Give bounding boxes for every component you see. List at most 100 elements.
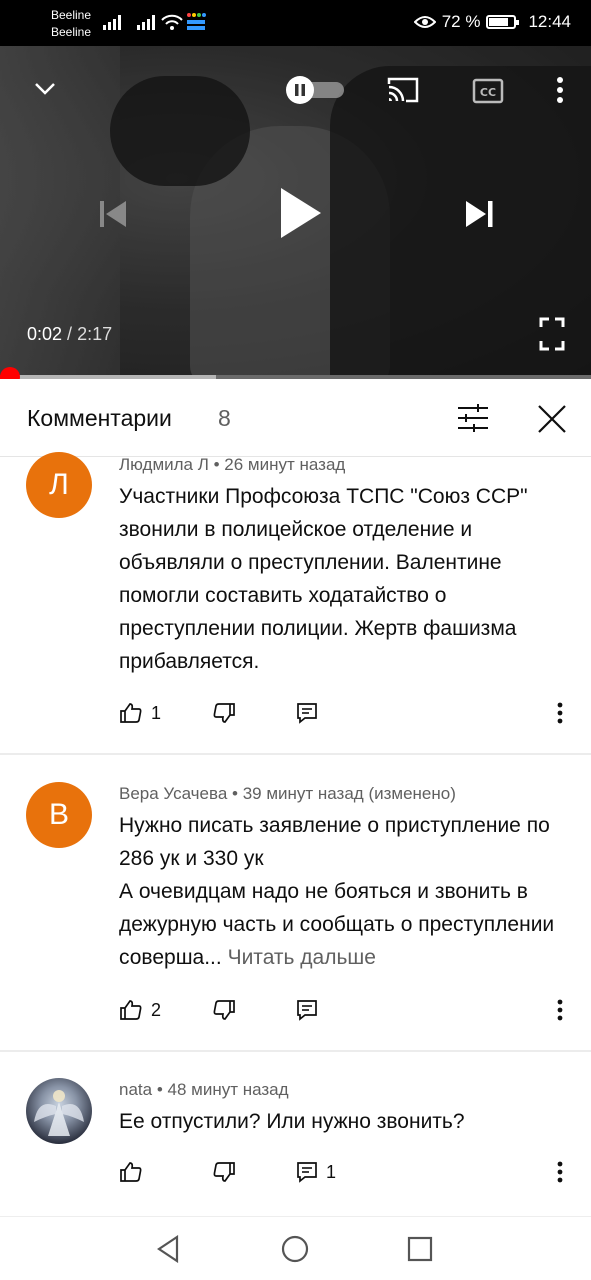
- avatar-photo[interactable]: [26, 1078, 92, 1144]
- recents-button[interactable]: [402, 1231, 438, 1267]
- like-button[interactable]: 1: [119, 702, 161, 724]
- time-display: 0:02 / 2:17: [27, 324, 112, 345]
- comment-text: Нужно писать заявление о приступление по…: [119, 809, 569, 974]
- dislike-button[interactable]: [212, 999, 236, 1021]
- reply-icon: [297, 1000, 317, 1021]
- comment-item: Л Людмила Л • 26 минут назад Участники П…: [0, 452, 591, 752]
- avatar-letter: В: [48, 798, 69, 831]
- more-vert-icon: [557, 1161, 563, 1183]
- battery-icon: [486, 15, 520, 29]
- comment-menu-button[interactable]: [557, 702, 563, 724]
- carrier-1: Beeline: [51, 8, 92, 22]
- back-triangle-icon: [157, 1235, 179, 1263]
- home-button[interactable]: [277, 1231, 313, 1267]
- play-button[interactable]: [270, 181, 330, 245]
- pause-toggle-icon: [286, 76, 344, 104]
- fullscreen-button[interactable]: [534, 314, 570, 354]
- comment-time: 39 минут назад (изменено): [242, 784, 456, 803]
- comment-time: 26 минут назад: [224, 455, 346, 474]
- signal-1-icon: [103, 14, 121, 30]
- carriers: Beeline Beeline: [51, 7, 91, 41]
- cast-icon: [387, 77, 419, 103]
- app-notification-icon: [187, 13, 206, 30]
- angel-figure-icon: [34, 1090, 84, 1136]
- home-circle-icon: [281, 1235, 309, 1263]
- comment-text: Ее отпустили? Или нужно звонить?: [119, 1110, 465, 1133]
- autoplay-toggle[interactable]: [286, 76, 346, 104]
- close-comments-button[interactable]: [532, 399, 572, 439]
- wifi-icon: [161, 14, 183, 30]
- comment-meta: nata • 48 минут назад: [119, 1080, 289, 1099]
- previous-button[interactable]: [92, 194, 132, 234]
- avatar[interactable]: В: [26, 782, 92, 848]
- dislike-button[interactable]: [212, 1161, 236, 1183]
- back-button[interactable]: [150, 1231, 186, 1267]
- thumb-down-icon: [213, 703, 235, 723]
- divider: [0, 753, 591, 755]
- reply-icon: [297, 1162, 317, 1183]
- chevron-down-icon: [35, 83, 55, 95]
- thumb-up-icon: [120, 1162, 142, 1182]
- comment-author[interactable]: Людмила Л: [119, 455, 209, 474]
- next-button[interactable]: [458, 194, 500, 234]
- more-options-button[interactable]: [548, 74, 572, 106]
- system-nav-bar: [0, 1216, 591, 1280]
- like-count: 2: [151, 999, 162, 1020]
- comment-menu-button[interactable]: [557, 1161, 563, 1183]
- skip-next-icon: [466, 201, 493, 227]
- comments-title: Комментарии: [27, 405, 172, 431]
- captions-button[interactable]: CC: [470, 76, 506, 106]
- thumb-up-icon: [120, 703, 142, 723]
- thumb-down-icon: [213, 1162, 235, 1182]
- svg-text:CC: CC: [480, 86, 496, 99]
- recents-square-icon: [407, 1236, 433, 1262]
- comments-count: 8: [218, 405, 231, 431]
- thumb-down-icon: [213, 1000, 235, 1020]
- clock: 12:44: [528, 12, 571, 31]
- comment-text: Участники Профсоюза ТСПС "Союз ССР" звон…: [119, 485, 528, 673]
- time-separator: /: [62, 324, 78, 344]
- battery-percent: 72 %: [441, 12, 481, 31]
- video-player[interactable]: CC 0:02 / 2:17: [0, 46, 591, 378]
- comment-text-line: Нужно писать заявление о приступление по…: [119, 814, 550, 870]
- comment-actions: 1: [119, 702, 579, 732]
- close-icon: [538, 405, 566, 433]
- like-count: 1: [151, 702, 162, 723]
- play-icon: [281, 188, 321, 238]
- comment-author[interactable]: nata: [119, 1080, 152, 1099]
- more-vert-icon: [557, 77, 563, 103]
- comment-actions: 1: [119, 1161, 579, 1191]
- status-bar: Beeline Beeline 72 % 12:44: [0, 0, 591, 46]
- reply-button[interactable]: 1: [296, 1161, 336, 1183]
- reply-icon: [297, 703, 317, 724]
- reply-count: 1: [326, 1161, 337, 1182]
- like-button[interactable]: 2: [119, 999, 161, 1021]
- carrier-2: Beeline: [51, 25, 92, 39]
- dislike-button[interactable]: [212, 702, 236, 724]
- comment-item: В Вера Усачева • 39 минут назад (изменен…: [0, 782, 591, 1047]
- fullscreen-icon: [539, 317, 565, 351]
- comment-item: nata • 48 минут назад Ее отпустили? Или …: [0, 1078, 591, 1208]
- captions-icon: CC: [472, 78, 504, 104]
- read-more-link[interactable]: Читать дальше: [228, 946, 376, 969]
- comment-actions: 2: [119, 999, 579, 1029]
- avatar-letter: Л: [49, 468, 69, 501]
- reply-button[interactable]: [296, 999, 326, 1021]
- reply-button[interactable]: [296, 702, 326, 724]
- avatar[interactable]: Л: [26, 452, 92, 518]
- like-button[interactable]: [119, 1161, 151, 1183]
- more-vert-icon: [557, 702, 563, 724]
- comment-meta: Людмила Л • 26 минут назад: [119, 455, 346, 474]
- comment-meta: Вера Усачева • 39 минут назад (изменено): [119, 784, 456, 803]
- sort-filter-button[interactable]: [452, 401, 494, 435]
- comment-time: 48 минут назад: [167, 1080, 289, 1099]
- comment-author[interactable]: Вера Усачева: [119, 784, 227, 803]
- eye-comfort-icon: [413, 16, 436, 28]
- current-time: 0:02: [27, 324, 63, 344]
- comment-menu-button[interactable]: [557, 999, 563, 1021]
- skip-previous-icon: [100, 201, 126, 227]
- minimize-button[interactable]: [30, 76, 60, 102]
- cast-button[interactable]: [384, 74, 422, 106]
- signal-2-icon: [137, 14, 155, 30]
- thumb-up-icon: [120, 1000, 142, 1020]
